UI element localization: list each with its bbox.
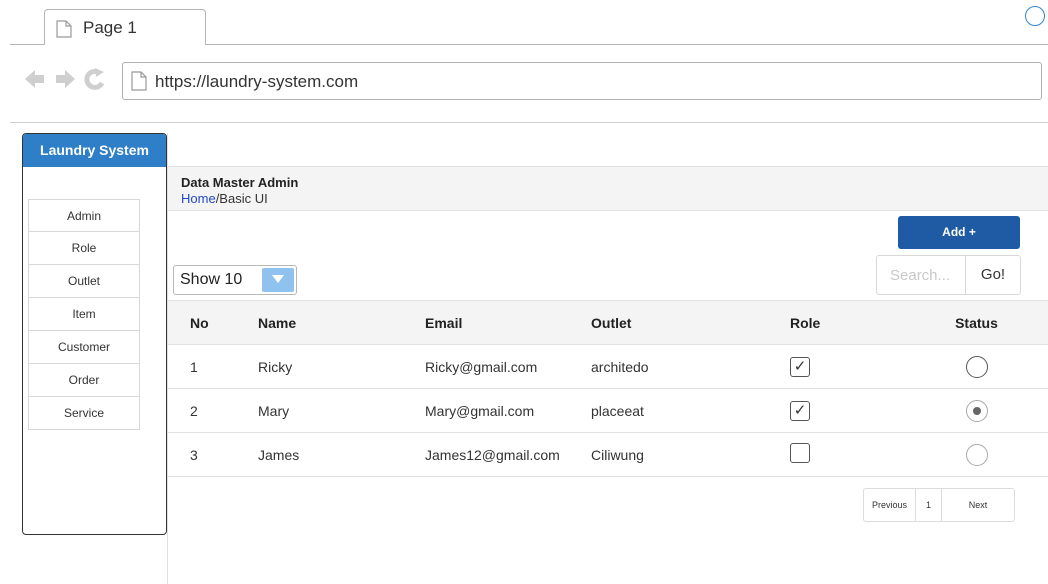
- pagination-next[interactable]: Next: [942, 489, 1014, 521]
- sidebar-item-admin[interactable]: Admin: [28, 199, 140, 232]
- search-group: Go!: [876, 255, 1021, 295]
- add-button[interactable]: Add +: [898, 216, 1020, 249]
- sidebar-item-outlet[interactable]: Outlet: [28, 265, 140, 298]
- table-row: 1 Ricky Ricky@gmail.com architedo ✓: [168, 344, 1048, 389]
- admin-table: No Name Email Outlet Role Status 1 Ricky…: [168, 300, 1048, 477]
- reload-icon[interactable]: [84, 68, 105, 90]
- status-radio[interactable]: [965, 443, 988, 466]
- back-arrow-icon[interactable]: [25, 70, 44, 88]
- cell-name: Ricky: [258, 344, 425, 389]
- cell-role: ✓: [790, 344, 933, 389]
- column-header-outlet: Outlet: [591, 300, 790, 345]
- cell-email: Mary@gmail.com: [425, 388, 591, 433]
- sidebar-item-role[interactable]: Role: [28, 232, 140, 265]
- navigation-controls: [24, 68, 116, 95]
- sidebar-item-customer[interactable]: Customer: [28, 331, 140, 364]
- cell-name: James: [258, 432, 425, 477]
- pagination: Previous 1 Next: [863, 488, 1015, 522]
- cell-no: 3: [168, 432, 258, 477]
- column-header-email: Email: [425, 300, 591, 345]
- go-button[interactable]: Go!: [966, 256, 1020, 294]
- role-checkbox[interactable]: ✓: [790, 356, 810, 377]
- dropdown-arrow-icon[interactable]: [262, 268, 294, 292]
- cell-no: 1: [168, 344, 258, 389]
- sidebar: Laundry System Admin Role Outlet Item Cu…: [22, 133, 167, 535]
- role-checkbox[interactable]: ✓: [790, 400, 810, 421]
- page-icon: [131, 71, 147, 96]
- breadcrumb-home-link[interactable]: Home: [181, 191, 216, 206]
- tab-strip-border: [205, 44, 1048, 45]
- cell-email: Ricky@gmail.com: [425, 344, 591, 389]
- cell-no: 2: [168, 388, 258, 433]
- role-checkbox[interactable]: [790, 443, 810, 463]
- table-row: 2 Mary Mary@gmail.com placeeat ✓: [168, 388, 1048, 433]
- page-title: Data Master Admin: [181, 175, 299, 190]
- status-radio[interactable]: [965, 399, 988, 422]
- cell-status: [933, 432, 1048, 477]
- cell-role: [790, 432, 933, 477]
- cell-outlet: placeeat: [591, 388, 790, 433]
- breadcrumb: Home/Basic UI: [181, 191, 268, 206]
- column-header-name: Name: [258, 300, 425, 345]
- pagination-previous[interactable]: Previous: [864, 489, 916, 521]
- page-icon: [56, 20, 72, 43]
- page-header: Data Master Admin Home/Basic UI: [168, 166, 1048, 211]
- sidebar-item-item[interactable]: Item: [28, 298, 140, 331]
- window-circle-icon[interactable]: [1025, 6, 1045, 26]
- sidebar-menu: Admin Role Outlet Item Customer Order Se…: [28, 199, 140, 430]
- table-header-row: No Name Email Outlet Role Status: [168, 300, 1048, 345]
- url-text: https://laundry-system.com: [155, 72, 359, 91]
- status-radio[interactable]: [965, 355, 988, 378]
- cell-name: Mary: [258, 388, 425, 433]
- cell-role: ✓: [790, 388, 933, 433]
- browser-tab[interactable]: Page 1: [44, 9, 206, 45]
- radio-selected-dot: [972, 406, 981, 415]
- show-entries-select[interactable]: Show 10: [173, 265, 297, 295]
- sidebar-title: Laundry System: [23, 134, 166, 167]
- column-header-no: No: [168, 300, 258, 345]
- pagination-page-1[interactable]: 1: [916, 489, 942, 521]
- forward-arrow-icon[interactable]: [56, 70, 75, 88]
- sidebar-item-order[interactable]: Order: [28, 364, 140, 397]
- column-header-status: Status: [933, 300, 1048, 345]
- column-header-role: Role: [790, 300, 933, 345]
- sidebar-item-service[interactable]: Service: [28, 397, 140, 430]
- cell-status: [933, 388, 1048, 433]
- tab-title: Page 1: [83, 18, 137, 37]
- cell-status: [933, 344, 1048, 389]
- address-bar[interactable]: https://laundry-system.com: [122, 62, 1042, 100]
- tab-strip-border: [10, 44, 45, 45]
- cell-outlet: architedo: [591, 344, 790, 389]
- table-row: 3 James James12@gmail.com Ciliwung: [168, 432, 1048, 477]
- cell-email: James12@gmail.com: [425, 432, 591, 477]
- show-entries-value: Show 10: [180, 271, 243, 288]
- breadcrumb-current: /Basic UI: [215, 191, 268, 206]
- cell-outlet: Ciliwung: [591, 432, 790, 477]
- search-input[interactable]: [877, 256, 966, 294]
- chrome-divider: [10, 122, 1048, 123]
